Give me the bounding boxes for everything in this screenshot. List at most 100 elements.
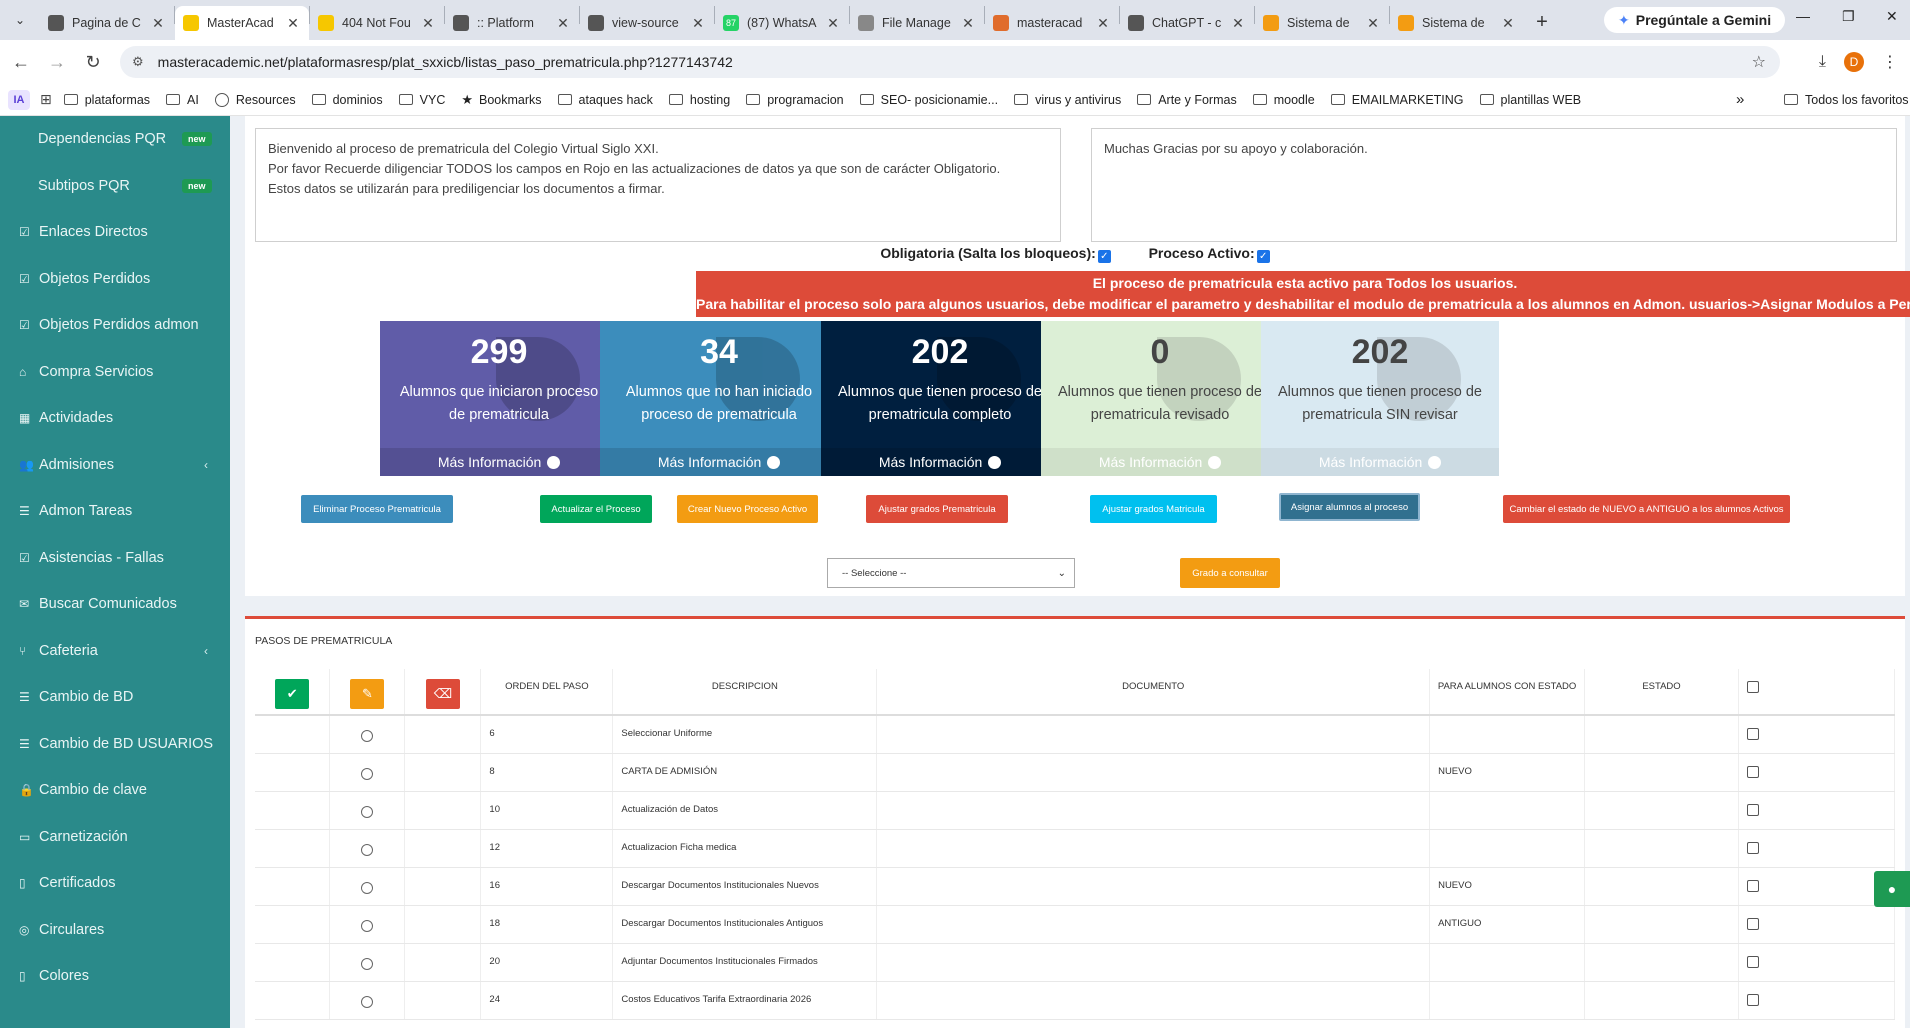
- browser-tab[interactable]: masteracad ✕: [985, 6, 1119, 40]
- bookmark-item[interactable]: plataformas: [63, 92, 150, 108]
- row-radio[interactable]: [361, 957, 374, 970]
- ia-button[interactable]: IA: [8, 89, 30, 110]
- sidebar-item[interactable]: ☰ Cambio de BD: [0, 674, 230, 721]
- close-tab-icon[interactable]: ✕: [1365, 15, 1381, 32]
- bookmark-star-icon[interactable]: ☆: [1752, 52, 1766, 72]
- asignar-alumnos-button[interactable]: Asignar alumnos al proceso: [1279, 493, 1420, 521]
- row-checkbox[interactable]: [1746, 993, 1759, 1006]
- row-radio[interactable]: [361, 730, 374, 742]
- cambiar-estado-button[interactable]: Cambiar el estado de NUEVO a ANTIGUO a l…: [1503, 495, 1790, 523]
- row-checkbox[interactable]: [1746, 955, 1759, 968]
- bookmarks-overflow-icon[interactable]: »: [1736, 91, 1744, 108]
- welcome-textarea[interactable]: Bienvenido al proceso de prematricula de…: [255, 128, 1061, 242]
- grado-consultar-button[interactable]: Grado a consultar: [1180, 558, 1280, 588]
- close-tab-icon[interactable]: ✕: [1095, 15, 1111, 32]
- bookmark-item[interactable]: ataques hack: [557, 92, 653, 108]
- bookmark-item[interactable]: programacion: [746, 92, 844, 108]
- bookmark-item[interactable]: virus y antivirus: [1014, 92, 1121, 108]
- apps-grid-icon[interactable]: ⊞: [40, 91, 52, 108]
- sidebar-item[interactable]: ✉ Buscar Comunicados: [0, 581, 230, 628]
- ajustar-grados-matricula-button[interactable]: Ajustar grados Matricula: [1090, 495, 1217, 523]
- sidebar-item[interactable]: ☰ Admon Tareas: [0, 488, 230, 535]
- sidebar-item[interactable]: Dependencias PQR new: [0, 116, 230, 163]
- bookmark-item[interactable]: moodle: [1252, 92, 1315, 108]
- grado-select[interactable]: -- Seleccione -- ⌄: [827, 558, 1075, 588]
- browser-tab[interactable]: 87 (87) WhatsA ✕: [715, 6, 849, 40]
- sidebar-item[interactable]: ☑ Objetos Perdidos admon: [0, 302, 230, 349]
- browser-tab[interactable]: 404 Not Fou ✕: [310, 6, 444, 40]
- sidebar-item[interactable]: ☑ Objetos Perdidos: [0, 256, 230, 303]
- obligatoria-checkbox[interactable]: ✓: [1097, 250, 1111, 263]
- sidebar-item[interactable]: ⌂ Compra Servicios: [0, 349, 230, 396]
- restore-icon[interactable]: ❐: [1842, 8, 1855, 25]
- close-tab-icon[interactable]: ✕: [825, 15, 841, 32]
- close-tab-icon[interactable]: ✕: [1500, 15, 1516, 32]
- close-tab-icon[interactable]: ✕: [285, 15, 301, 32]
- site-settings-icon[interactable]: ⚙: [132, 54, 144, 70]
- ajustar-grados-prematricula-button[interactable]: Ajustar grados Prematricula: [866, 495, 1008, 523]
- sidebar-item[interactable]: ▯ Colores: [0, 953, 230, 1000]
- download-icon[interactable]: ⤓: [1819, 53, 1826, 71]
- close-tab-icon[interactable]: ✕: [420, 15, 436, 32]
- bookmark-item[interactable]: VYC: [398, 92, 445, 108]
- eliminar-proceso-button[interactable]: Eliminar Proceso Prematricula: [301, 495, 453, 523]
- gemini-button[interactable]: ✦ Pregúntale a Gemini: [1604, 7, 1786, 33]
- sidebar-item[interactable]: ▭ Carnetización: [0, 814, 230, 861]
- row-radio[interactable]: [361, 919, 374, 932]
- browser-menu-icon[interactable]: ⋮: [1882, 52, 1898, 72]
- thanks-textarea[interactable]: Muchas Gracias por su apoyo y colaboraci…: [1091, 128, 1897, 242]
- close-window-icon[interactable]: ✕: [1886, 8, 1898, 25]
- tab-search-chevron-icon[interactable]: ⌄: [0, 0, 40, 40]
- sidebar-item[interactable]: ▦ Actividades: [0, 395, 230, 442]
- sidebar-item[interactable]: ◎ Circulares: [0, 907, 230, 954]
- row-checkbox[interactable]: [1746, 803, 1759, 816]
- browser-tab[interactable]: view-source ✕: [580, 6, 714, 40]
- browser-tab[interactable]: File Manage ✕: [850, 6, 984, 40]
- row-radio[interactable]: [361, 767, 374, 780]
- select-all-checkbox[interactable]: [1746, 681, 1759, 693]
- more-info-link[interactable]: Más Información: [600, 448, 838, 476]
- row-radio[interactable]: [361, 805, 374, 818]
- more-info-link[interactable]: Más Información: [380, 448, 618, 476]
- close-tab-icon[interactable]: ✕: [690, 15, 706, 32]
- new-tab-button[interactable]: +: [1524, 11, 1560, 34]
- sidebar-item[interactable]: Subtipos PQR new: [0, 163, 230, 210]
- eraser-icon[interactable]: ⌫: [425, 679, 460, 709]
- row-checkbox[interactable]: [1746, 765, 1759, 778]
- bookmark-item[interactable]: Arte y Formas: [1137, 92, 1237, 108]
- sidebar-item[interactable]: 🔒 Cambio de clave: [0, 767, 230, 814]
- url-field[interactable]: ⚙ masteracademic.net/plataformasresp/pla…: [120, 46, 1780, 78]
- minimize-icon[interactable]: —: [1796, 8, 1810, 24]
- row-radio[interactable]: [361, 843, 374, 856]
- close-tab-icon[interactable]: ✕: [1230, 15, 1246, 32]
- more-info-link[interactable]: Más Información: [1041, 448, 1279, 476]
- sidebar-item[interactable]: ☑ Asistencias - Fallas: [0, 535, 230, 582]
- actualizar-proceso-button[interactable]: Actualizar el Proceso: [540, 495, 652, 523]
- sidebar-item[interactable]: ☰ Cambio de BD USUARIOS: [0, 721, 230, 768]
- edit-icon[interactable]: ✎: [350, 679, 385, 709]
- sidebar-item[interactable]: 👥 Admisiones ‹: [0, 442, 230, 489]
- sidebar-item[interactable]: ⑂ Cafeteria ‹: [0, 628, 230, 675]
- browser-tab[interactable]: :: Platform ✕: [445, 6, 579, 40]
- browser-tab[interactable]: MasterAcad ✕: [175, 6, 309, 40]
- forward-arrow-icon[interactable]: →: [42, 52, 72, 73]
- user-support-button[interactable]: ●: [1874, 871, 1910, 907]
- bookmark-item[interactable]: hosting: [668, 92, 730, 108]
- sidebar-item[interactable]: ☑ Enlaces Directos: [0, 209, 230, 256]
- profile-avatar[interactable]: D: [1844, 52, 1864, 72]
- close-tab-icon[interactable]: ✕: [960, 15, 976, 32]
- save-check-icon[interactable]: ✔: [275, 679, 310, 709]
- back-arrow-icon[interactable]: ←: [6, 52, 36, 73]
- bookmark-item[interactable]: dominios: [311, 92, 383, 108]
- row-radio[interactable]: [361, 995, 374, 1008]
- proceso-activo-checkbox[interactable]: ✓: [1256, 250, 1270, 263]
- browser-tab[interactable]: ChatGPT - c ✕: [1120, 6, 1254, 40]
- browser-tab[interactable]: Sistema de ✕: [1255, 6, 1389, 40]
- more-info-link[interactable]: Más Información: [821, 448, 1059, 476]
- all-favorites-folder[interactable]: Todos los favoritos: [1784, 93, 1909, 107]
- row-radio[interactable]: [361, 881, 374, 894]
- browser-tab[interactable]: Pagina de C ✕: [40, 6, 174, 40]
- bookmark-item[interactable]: Resources: [214, 92, 296, 108]
- row-checkbox[interactable]: [1746, 879, 1759, 892]
- close-tab-icon[interactable]: ✕: [150, 15, 166, 32]
